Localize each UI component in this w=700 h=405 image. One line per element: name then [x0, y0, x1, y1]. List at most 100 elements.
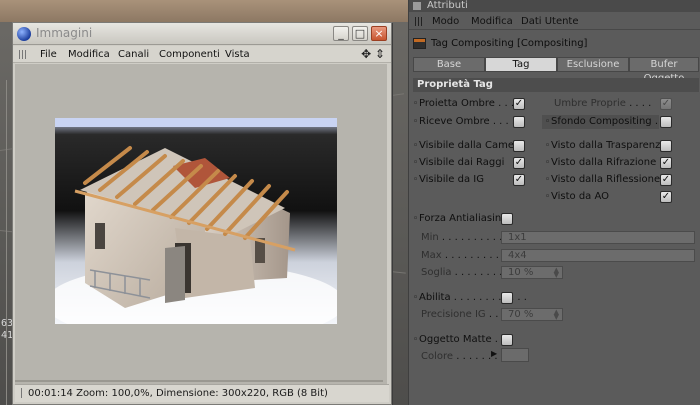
menu-modifica[interactable]: Modifica [68, 49, 110, 60]
tab-esclusione[interactable]: Esclusione [557, 57, 629, 72]
label-visibile-raggi: Visibile dai Raggi [419, 157, 505, 168]
prop-visto-ao: ◦Visto da AO [545, 191, 609, 202]
checkbox-riceve-ombre[interactable] [513, 116, 525, 128]
prop-visibile-camera: ◦Visibile dalla Camera [413, 140, 524, 151]
prop-visto-rifrazione: ◦Visto dalla Rifrazione [545, 157, 656, 168]
max-value: 4x4 [508, 250, 527, 261]
viewport-top-strip [0, 0, 408, 22]
prop-max: Max . . . . . . . . . . . [421, 250, 512, 261]
stepper-arrows-icon[interactable]: ▲ ▼ [554, 267, 559, 279]
label-colore: Colore [421, 351, 454, 362]
attributes-titlebar[interactable]: Attributi [409, 0, 700, 12]
maximize-button[interactable]: □ [352, 26, 368, 41]
attributes-title: Attributi [427, 0, 468, 11]
label-sfondo-compositing: Sfondo Compositing [551, 116, 652, 127]
label-visto-riflessione: Visto dalla Riflessione [551, 174, 661, 185]
prop-sfondo-compositing: ◦Sfondo Compositing . . [545, 116, 665, 127]
checkbox-sfondo-compositing[interactable] [660, 116, 672, 128]
menu-canali[interactable]: Canali [118, 49, 149, 60]
viewport-grid-line [6, 80, 7, 405]
attributes-panel: Attributi Modo Modifica Dati Utente Tag … [408, 0, 700, 405]
tab-bufer-oggetto[interactable]: Bufer Oggetto [629, 57, 699, 84]
checkbox-visto-trasparenza[interactable] [660, 140, 672, 152]
label-abilita: Abilita [419, 292, 451, 303]
stepper-arrows-icon[interactable]: ▲ ▼ [554, 309, 559, 321]
prop-oggetto-matte: ◦Oggetto Matte . . [413, 334, 505, 345]
statusbar-grip-icon [21, 388, 24, 398]
label-proietta-ombre: Proietta Ombre [419, 98, 495, 109]
checkbox-umbre-proprie[interactable]: ✓ [660, 98, 672, 110]
minimize-button[interactable]: _ [333, 26, 349, 41]
soglia-value: 10 % [508, 267, 534, 278]
min-dropdown[interactable]: 1x1 [501, 231, 695, 244]
menubar-grip-icon [415, 17, 423, 26]
menu-dati-utente[interactable]: Dati Utente [521, 16, 579, 27]
checkbox-visto-ao[interactable]: ✓ [660, 191, 672, 203]
color-expand-arrow-icon[interactable]: ▶ [491, 349, 497, 358]
menubar-grip-icon [19, 50, 28, 59]
rendered-house-image [55, 118, 337, 324]
checkbox-visibile-camera[interactable] [513, 140, 525, 152]
label-visto-rifrazione: Visto dalla Rifrazione [551, 157, 657, 168]
color-swatch[interactable] [501, 348, 529, 362]
max-dropdown[interactable]: 4x4 [501, 249, 695, 262]
object-title: Tag Compositing [Compositing] [431, 38, 588, 49]
attributes-menubar: Modo Modifica Dati Utente [409, 13, 700, 30]
label-max: Max [421, 250, 442, 261]
prop-umbre-proprie: Umbre Proprie . . . . [554, 98, 652, 109]
label-visto-ao: Visto da AO [551, 191, 610, 202]
prop-soglia: Soglia . . . . . . . . . [421, 267, 509, 278]
prop-precisione-ig: Precisione IG . . [421, 309, 499, 320]
attribute-tabs: Base Tag Esclusione Bufer Oggetto [413, 57, 699, 84]
menu-modifica[interactable]: Modifica [471, 16, 513, 27]
image-window-menubar: File Modifica Canali Componenti Vista ✥ … [13, 46, 391, 63]
label-umbre-proprie: Umbre Proprie [554, 98, 626, 109]
checkbox-abilita[interactable] [501, 292, 513, 304]
close-button[interactable]: × [371, 26, 387, 41]
image-canvas[interactable] [15, 64, 387, 392]
label-min: Min [421, 232, 439, 243]
label-visto-trasparenza: Visto dalla Trasparenza [551, 140, 667, 151]
image-window-titlebar[interactable]: Immagini _ □ × [13, 23, 391, 45]
tab-tag[interactable]: Tag [485, 57, 557, 72]
panel-icon [413, 2, 421, 10]
prop-forza-antialiasing: ◦Forza Antialiasing [413, 213, 508, 224]
compositing-tag-icon [413, 38, 426, 49]
label-riceve-ombre: Riceve Ombre [419, 116, 490, 127]
soglia-stepper[interactable]: 10 % ▲ ▼ [501, 266, 563, 279]
menu-modo[interactable]: Modo [432, 16, 459, 27]
prop-visto-riflessione: ◦Visto dalla Riflessione [545, 174, 660, 185]
image-viewer-window: Immagini _ □ × File Modifica Canali Comp… [12, 22, 392, 405]
label-forza-antialiasing: Forza Antialiasing [419, 213, 508, 224]
object-header: Tag Compositing [Compositing] [409, 35, 700, 55]
menu-vista[interactable]: Vista [225, 49, 250, 60]
image-window-title: Immagini [36, 26, 93, 40]
image-status-bar: 00:01:14 Zoom: 100,0%, Dimensione: 300x2… [15, 384, 389, 402]
cinema4d-logo-icon [17, 27, 31, 41]
checkbox-visto-rifrazione[interactable]: ✓ [660, 157, 672, 169]
label-visibile-camera: Visibile dalla Camera [419, 140, 525, 151]
tab-base[interactable]: Base [413, 57, 485, 72]
prop-proietta-ombre: ◦Proietta Ombre . . . [413, 98, 515, 109]
prop-min: Min . . . . . . . . . . . [421, 232, 509, 243]
checkbox-forza-antialiasing[interactable] [501, 213, 513, 225]
checkbox-visto-riflessione[interactable]: ✓ [660, 174, 672, 186]
checkbox-proietta-ombre[interactable]: ✓ [513, 98, 525, 110]
label-oggetto-matte: Oggetto Matte [419, 334, 492, 345]
house-render-svg [55, 118, 337, 324]
precisione-ig-stepper[interactable]: 70 % ▲ ▼ [501, 308, 563, 321]
precisione-ig-value: 70 % [508, 309, 534, 320]
prop-riceve-ombre: ◦Riceve Ombre . . . . . [413, 116, 522, 127]
label-precisione-ig: Precisione IG [421, 309, 486, 320]
checkbox-visibile-raggi[interactable]: ✓ [513, 157, 525, 169]
checkbox-oggetto-matte[interactable] [501, 334, 513, 346]
menu-componenti[interactable]: Componenti [159, 49, 220, 60]
label-visibile-ig: Visibile da IG [419, 174, 484, 185]
prop-visibile-raggi: ◦Visibile dai Raggi [413, 157, 504, 168]
status-text: 00:01:14 Zoom: 100,0%, Dimensione: 300x2… [28, 388, 328, 399]
prop-visibile-ig: ◦Visibile da IG [413, 174, 484, 185]
prop-visto-trasparenza: ◦Visto dalla Trasparenza [545, 140, 667, 151]
checkbox-visibile-ig[interactable]: ✓ [513, 174, 525, 186]
move-arrows-icon[interactable]: ✥ ⇕ [361, 47, 385, 61]
menu-file[interactable]: File [40, 49, 57, 60]
